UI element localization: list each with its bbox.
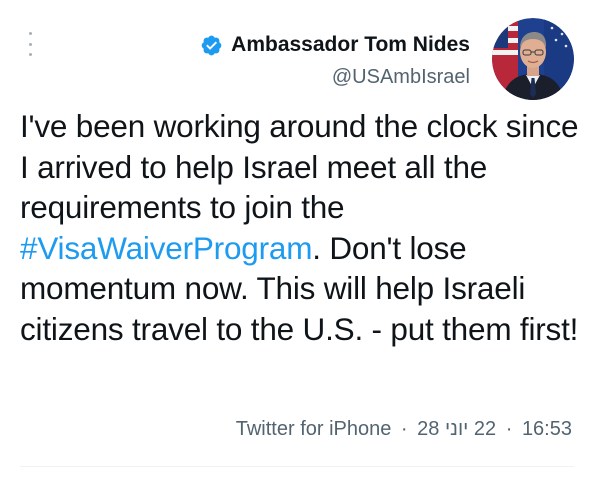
meta-separator: ·: [505, 418, 513, 440]
tweet-text: I've been working around the clock since…: [20, 106, 580, 349]
more-dot: [28, 53, 32, 56]
more-dot: [28, 32, 32, 35]
author-info[interactable]: Ambassador Tom Nides @USAmbIsrael: [200, 30, 470, 89]
tweet: Ambassador Tom Nides @USAmbIsrael I've b…: [0, 0, 592, 480]
tweet-metadata: Twitter for iPhone · 22 יוני 28 · 16:53: [236, 418, 572, 441]
avatar[interactable]: [492, 18, 574, 100]
author-name-row: Ambassador Tom Nides: [200, 30, 470, 60]
author-handle: @USAmbIsrael: [331, 66, 470, 88]
divider: [20, 466, 574, 467]
tweet-time[interactable]: 16:53: [522, 418, 572, 440]
tweet-source-link[interactable]: Twitter for iPhone: [236, 418, 392, 440]
meta-separator: ·: [400, 418, 408, 440]
tweet-text-part1: I've been working around the clock since…: [20, 108, 579, 225]
more-options-icon[interactable]: [20, 32, 40, 56]
verified-badge-icon: [201, 35, 222, 55]
hashtag-link[interactable]: #VisaWaiverProgram: [20, 230, 312, 266]
avatar-image: [492, 18, 574, 100]
tweet-date[interactable]: 22 יוני 28: [417, 418, 496, 440]
author-display-name: Ambassador Tom Nides: [231, 33, 470, 56]
more-dot: [28, 42, 32, 46]
